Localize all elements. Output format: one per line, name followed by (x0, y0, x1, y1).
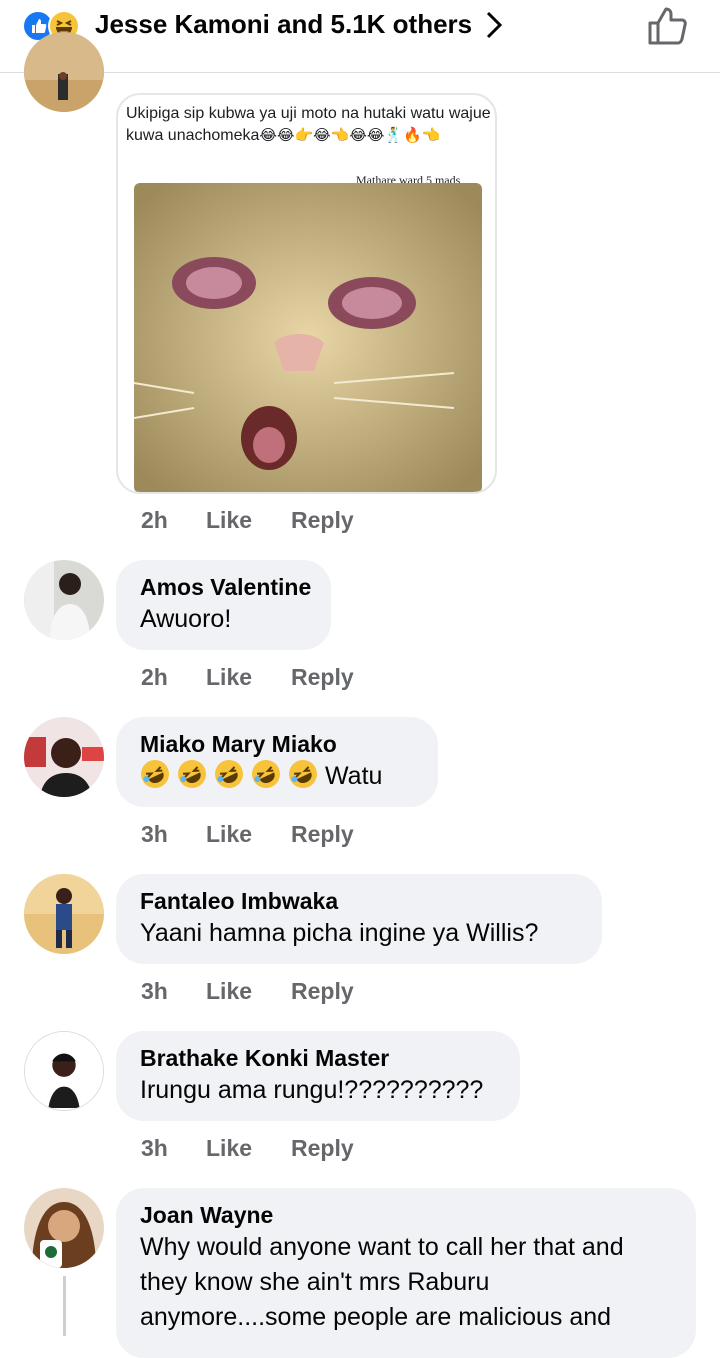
avatar[interactable] (24, 717, 104, 797)
thread-line (63, 1276, 66, 1336)
chevron-right-icon[interactable] (482, 10, 506, 40)
avatar[interactable] (24, 1188, 104, 1268)
comment-time: 3h (141, 821, 168, 847)
rofl-emoji-icon (141, 760, 169, 788)
meme-image[interactable]: Ukipiga sip kubwa ya uji moto na hutaki … (116, 93, 497, 494)
comment-time: 3h (141, 978, 168, 1004)
rofl-emoji-icon (178, 760, 206, 788)
comment-bubble[interactable]: Brathake Konki Master Irungu ama rungu!?… (116, 1031, 520, 1121)
rofl-emoji-icon (215, 760, 243, 788)
comment-time: 2h (141, 507, 168, 533)
comment-bubble[interactable]: Miako Mary Miako Watu (116, 717, 438, 807)
meme-caption: Ukipiga sip kubwa ya uji moto na hutaki … (126, 105, 491, 144)
comment-text-row: Watu (140, 759, 414, 794)
comment-text: Irungu ama rungu!?????????? (140, 1076, 484, 1104)
reply-button[interactable]: Reply (291, 664, 354, 691)
comment-bubble[interactable]: Joan Wayne Why would anyone want to call… (116, 1188, 696, 1358)
crying-cat-photo (134, 183, 482, 492)
commenter-name[interactable]: Fantaleo Imbwaka (140, 886, 578, 916)
commenter-name[interactable]: Joan Wayne (140, 1200, 672, 1230)
avatar[interactable] (24, 32, 104, 112)
like-button[interactable]: Like (206, 664, 252, 691)
commenter-name[interactable]: Brathake Konki Master (140, 1043, 496, 1073)
comment-text: Awuoro! (140, 605, 232, 633)
reply-button[interactable]: Reply (291, 821, 354, 848)
comment-text-line: Why would anyone want to call her that a… (140, 1233, 624, 1261)
comment-text-line: anymore....some people are malicious and (140, 1303, 612, 1331)
reply-button[interactable]: Reply (291, 507, 354, 534)
like-button[interactable]: Like (206, 1135, 252, 1162)
comment-text: Yaani hamna picha ingine ya Willis? (140, 919, 539, 947)
comment-bubble[interactable]: Fantaleo Imbwaka Yaani hamna picha ingin… (116, 874, 602, 964)
reply-button[interactable]: Reply (291, 1135, 354, 1162)
avatar[interactable] (24, 1031, 104, 1111)
comment-time: 3h (141, 1135, 168, 1161)
thumbs-up-icon[interactable] (646, 4, 690, 48)
reactions-header[interactable]: Jesse Kamoni and 5.1K others (0, 0, 720, 73)
rofl-emoji-icon (289, 760, 317, 788)
commenter-name[interactable]: Amos Valentine (140, 572, 311, 602)
comment-time: 2h (141, 664, 168, 690)
avatar[interactable] (24, 874, 104, 954)
reactions-summary[interactable]: Jesse Kamoni and 5.1K others (95, 9, 472, 40)
like-button[interactable]: Like (206, 821, 252, 848)
comment-bubble[interactable]: Amos Valentine Awuoro! (116, 560, 331, 650)
reply-button[interactable]: Reply (291, 978, 354, 1005)
meme-caption-emojis: 😂😂👉😂👈😂😂🕺🔥👈 (259, 127, 441, 144)
like-button[interactable]: Like (206, 978, 252, 1005)
like-button[interactable]: Like (206, 507, 252, 534)
commenter-name[interactable]: Miako Mary Miako (140, 729, 414, 759)
avatar[interactable] (24, 560, 104, 640)
comment-text-line: they know she ain't mrs Raburu (140, 1268, 490, 1296)
comment-text: Watu (325, 762, 383, 790)
rofl-emoji-icon (252, 760, 280, 788)
